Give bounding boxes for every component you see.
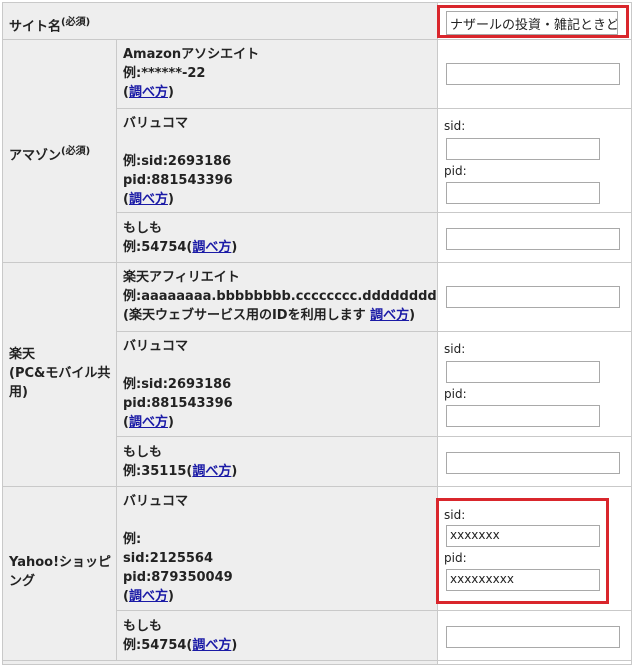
yahoo-label: Yahoo!ショッピ [9, 555, 112, 570]
how-to-check-link[interactable]: 調べ方 [370, 308, 409, 323]
rakuten-vc-example-sid: 例:sid:2693186 [123, 377, 232, 392]
paren: ) [231, 638, 238, 653]
amazon-associate-input[interactable] [446, 63, 620, 85]
amazon-vc-title: バリュコマ [123, 116, 189, 131]
amazon-vc-pid-input[interactable] [446, 182, 600, 204]
site-name-header: サイト名(必須) [2, 2, 438, 40]
amazon-vc-example-pid: pid:881543396 [123, 173, 233, 188]
yahoo-label-sub: ング [9, 574, 36, 589]
amazon-vc-sid-input[interactable] [446, 138, 600, 160]
yahoo-moshimo-input[interactable] [446, 626, 620, 648]
paren: ) [167, 415, 174, 430]
yahoo-moshimo-row: もしも 例:54754(調べ方) [116, 610, 438, 661]
rakuten-moshimo-example: 例:35115( [123, 464, 193, 479]
rakuten-header: 楽天 (PC&モバイル共 用) [2, 262, 117, 487]
how-to-check-link[interactable]: 調べ方 [129, 415, 168, 430]
yahoo-header: Yahoo!ショッピ ング [2, 486, 117, 665]
amazon-associate-input-cell [437, 39, 632, 109]
amazon-moshimo-title: もしも [123, 221, 163, 236]
how-to-check-link[interactable]: 調べ方 [129, 192, 168, 207]
sid-label: sid: [444, 342, 466, 356]
yahoo-vc-example-pid: pid:879350049 [123, 570, 233, 585]
yahoo-vc-example-sid: sid:2125564 [123, 551, 214, 566]
rakuten-vc-pid-input[interactable] [446, 405, 600, 427]
rakuten-affiliate-example: 例:aaaaaaaa.bbbbbbbb.cccccccc.dddddddd [123, 289, 437, 304]
paren: ) [231, 464, 238, 479]
highlight-site-name [437, 5, 629, 38]
rakuten-affiliate-input[interactable] [446, 286, 620, 308]
paren: ) [167, 192, 174, 207]
yahoo-moshimo-example: 例:54754( [123, 638, 193, 653]
rakuten-affiliate-input-cell [437, 262, 632, 332]
rakuten-label-sub: (PC&モバイル共 [9, 366, 111, 381]
yahoo-moshimo-input-cell [437, 610, 632, 661]
rakuten-moshimo-title: もしも [123, 445, 163, 460]
rakuten-moshimo-input-cell [437, 436, 632, 487]
rakuten-vc-title: バリュコマ [123, 339, 189, 354]
paren: ) [167, 589, 174, 604]
required-mark: (必須) [61, 146, 91, 157]
amazon-label: アマゾン [9, 148, 62, 164]
rakuten-affiliate-title: 楽天アフィリエイト [123, 270, 240, 285]
required-mark: (必須) [61, 17, 91, 28]
next-row-edge [2, 660, 438, 665]
yahoo-valuecommerce-row: バリュコマ 例: sid:2125564 pid:879350049 (調べ方) [116, 486, 438, 611]
amazon-associate-example: 例:******-22 [123, 66, 206, 81]
rakuten-moshimo-input[interactable] [446, 452, 620, 474]
pid-label: pid: [444, 387, 467, 401]
paren: ) [231, 240, 238, 255]
amazon-associate-title: Amazonアソシエイト [123, 47, 260, 62]
rakuten-valuecommerce-row: バリュコマ 例:sid:2693186 pid:881543396 (調べ方) [116, 331, 438, 437]
amazon-moshimo-row: もしも 例:54754(調べ方) [116, 212, 438, 263]
amazon-moshimo-input[interactable] [446, 228, 620, 250]
rakuten-vc-sid-input[interactable] [446, 361, 600, 383]
rakuten-label-sub2: 用) [9, 385, 28, 400]
amazon-vc-input-cell: sid: pid: [437, 108, 632, 213]
rakuten-moshimo-row: もしも 例:35115(調べ方) [116, 436, 438, 487]
how-to-check-link[interactable]: 調べ方 [192, 240, 231, 255]
rakuten-vc-example-pid: pid:881543396 [123, 396, 233, 411]
amazon-moshimo-example: 例:54754( [123, 240, 193, 255]
amazon-valuecommerce-row: バリュコマ 例:sid:2693186 pid:881543396 (調べ方) [116, 108, 438, 213]
rakuten-affiliate-note: (楽天ウェブサービス用のIDを利用します [123, 308, 371, 323]
how-to-check-link[interactable]: 調べ方 [192, 638, 231, 653]
yahoo-moshimo-title: もしも [123, 619, 163, 634]
pid-label: pid: [444, 164, 467, 178]
how-to-check-link[interactable]: 調べ方 [129, 589, 168, 604]
rakuten-affiliate-row: 楽天アフィリエイト 例:aaaaaaaa.bbbbbbbb.cccccccc.d… [116, 262, 438, 332]
rakuten-vc-input-cell: sid: pid: [437, 331, 632, 437]
sid-label: sid: [444, 119, 466, 133]
amazon-header: アマゾン(必須) [2, 39, 117, 263]
yahoo-vc-example-prefix: 例: [123, 532, 142, 547]
paren: ) [409, 308, 416, 323]
how-to-check-link[interactable]: 調べ方 [129, 85, 168, 100]
site-name-label: サイト名 [9, 19, 62, 35]
next-row-edge-input [437, 660, 632, 665]
highlight-yahoo-ids [436, 498, 609, 604]
amazon-vc-example-sid: 例:sid:2693186 [123, 154, 232, 169]
rakuten-label: 楽天 [9, 347, 36, 362]
paren: ) [167, 85, 174, 100]
yahoo-vc-title: バリュコマ [123, 494, 189, 509]
amazon-moshimo-input-cell [437, 212, 632, 263]
how-to-check-link[interactable]: 調べ方 [192, 464, 231, 479]
amazon-associate-row: Amazonアソシエイト 例:******-22 (調べ方) [116, 39, 438, 109]
affiliate-settings-table: サイト名(必須) ナザールの投資・雑記ときど アマゾン(必須) Amazonアソ… [0, 0, 632, 665]
